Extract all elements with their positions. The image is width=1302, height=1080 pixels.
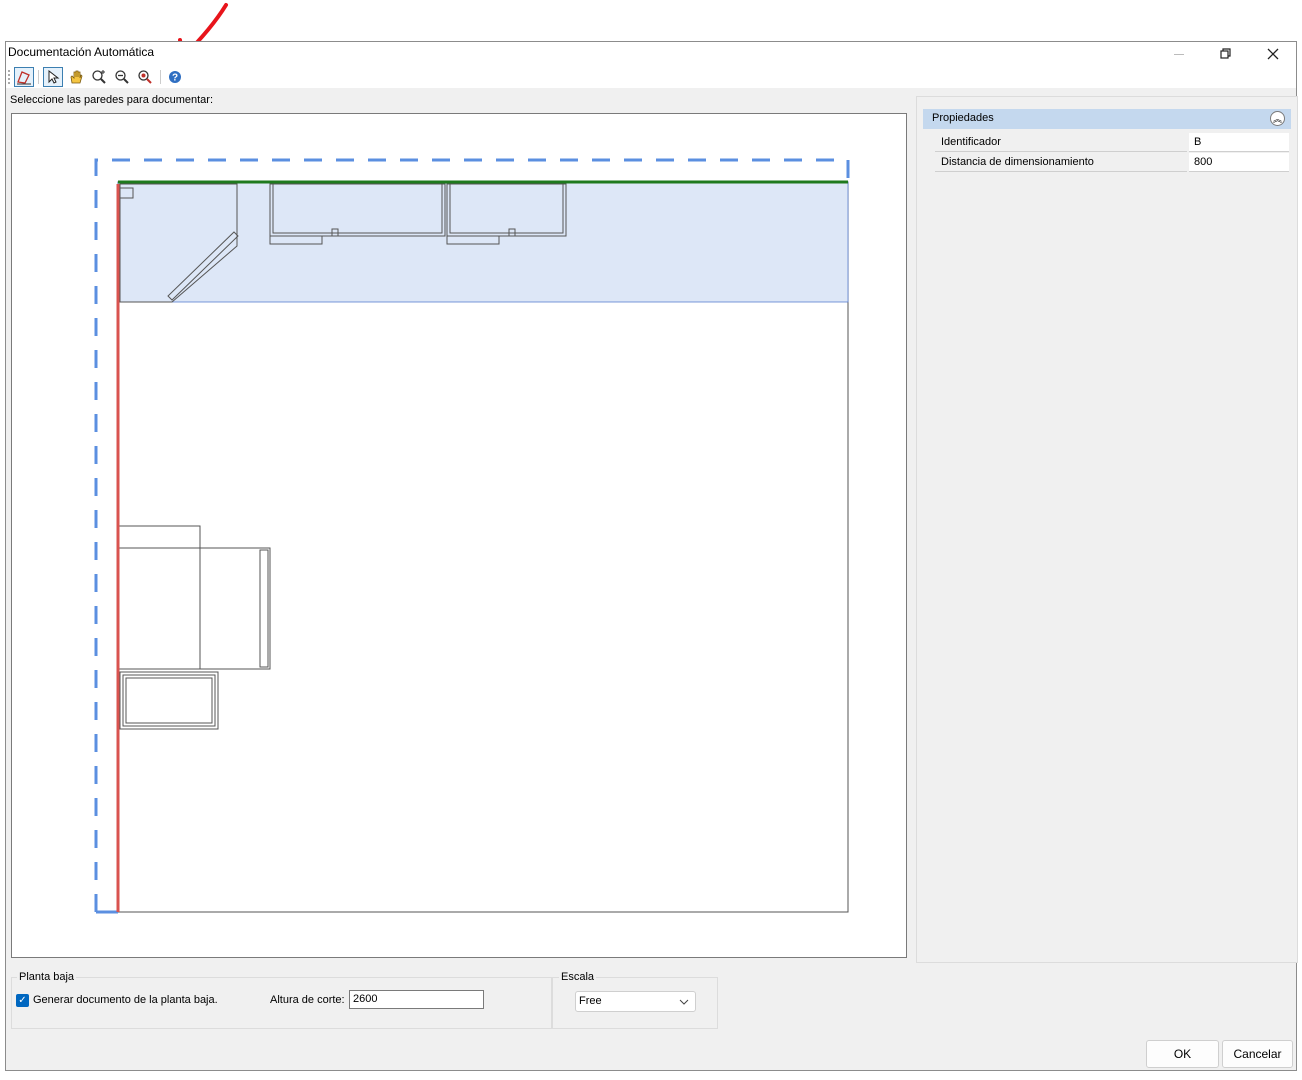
cut-height-input[interactable]: 2600 [349,990,484,1009]
minimize-button[interactable] [1156,42,1202,66]
svg-text:?: ? [172,73,178,84]
hand-icon [70,70,83,84]
close-icon [1267,48,1279,60]
window-title: Documentación Automática [8,45,155,59]
toolbar: ? [6,66,1296,88]
floorplan-drawing[interactable] [12,114,906,957]
scale-dropdown[interactable]: Free [575,991,696,1012]
property-name: Distancia de dimensionamiento [935,153,1187,172]
generate-ground-floor-label[interactable]: Generar documento de la planta baja. [33,994,218,1006]
pointer-icon [48,70,60,84]
floorplan-canvas[interactable] [11,113,907,958]
minimize-icon [1174,53,1184,55]
identifier-value[interactable]: B [1189,133,1289,152]
ground-floor-group-label: Planta baja [17,971,77,983]
pointer-tool[interactable] [43,67,63,87]
generate-ground-floor-checkbox[interactable]: ✓ [16,994,29,1007]
zoom-out-icon [115,70,129,84]
selected-wall-area [117,181,849,303]
ok-button[interactable]: OK [1146,1040,1219,1068]
help-tool[interactable]: ? [165,67,185,87]
property-row-dimension-distance[interactable]: Distancia de dimensionamiento 800 [935,153,1289,173]
restore-icon [1220,48,1231,59]
properties-panel: Propiedades ︽ Identificador B Distancia … [916,96,1298,963]
properties-header[interactable]: Propiedades ︽ [923,109,1291,129]
toolbar-grip [8,70,12,84]
close-button[interactable] [1250,42,1296,66]
title-bar: Documentación Automática [6,42,1296,66]
selection-prompt: Seleccione las paredes para documentar: [10,94,214,106]
property-name: Identificador [935,133,1187,152]
zoom-extents-icon [138,70,152,84]
select-wall-tool[interactable] [14,67,34,87]
zoom-in-icon [92,70,106,84]
toolbar-separator [160,70,161,84]
cancel-button[interactable]: Cancelar [1222,1040,1293,1068]
property-row-identifier[interactable]: Identificador B [935,133,1289,153]
restore-button[interactable] [1203,42,1249,66]
left-cabinets [117,525,271,730]
chevron-down-icon [679,999,689,1005]
collapse-icon[interactable]: ︽ [1270,111,1285,126]
scale-selected-value: Free [579,995,602,1007]
toolbar-separator [38,70,39,84]
zoom-out-tool[interactable] [112,67,132,87]
zoom-extents-tool[interactable] [135,67,155,87]
properties-title: Propiedades [932,112,994,124]
zoom-in-tool[interactable] [89,67,109,87]
help-icon: ? [169,71,181,84]
scale-group-label: Escala [559,971,597,983]
pan-tool[interactable] [66,67,86,87]
cut-height-label: Altura de corte: [270,994,345,1006]
wall-select-icon [17,71,31,85]
dimension-distance-value[interactable]: 800 [1189,153,1289,172]
